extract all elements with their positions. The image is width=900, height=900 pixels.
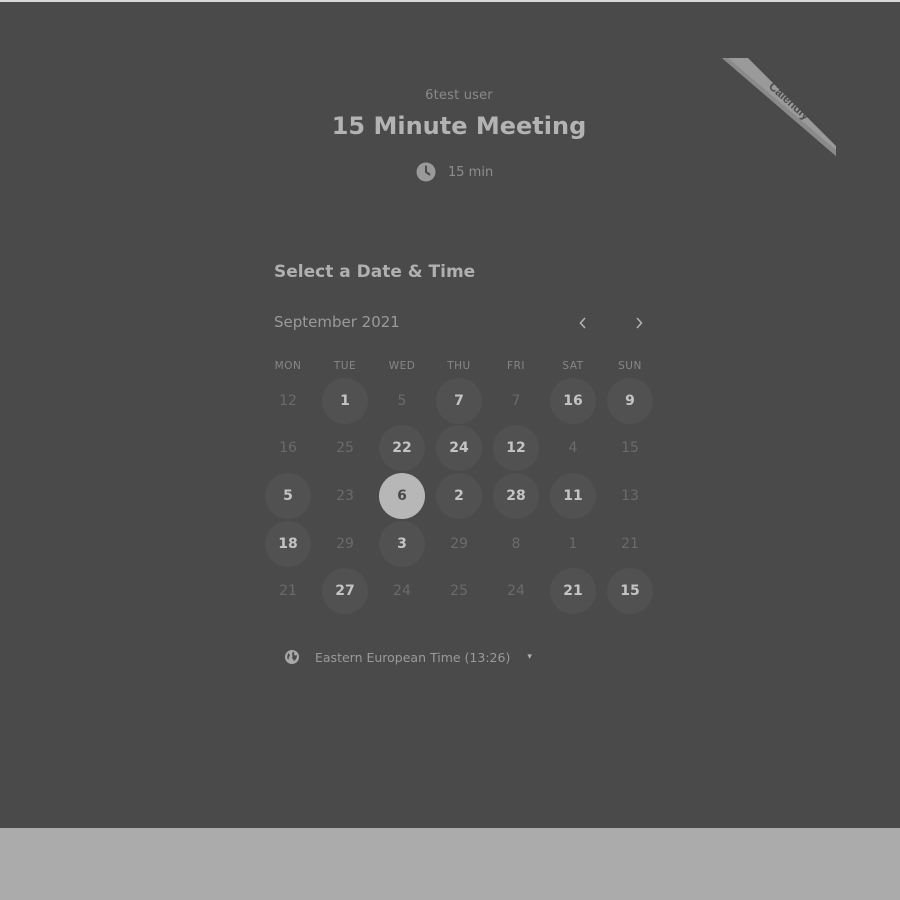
weekday-mon: MON: [274, 360, 302, 372]
calendar-day-available[interactable]: 18: [265, 521, 311, 567]
calendar-day-available[interactable]: 5: [265, 473, 311, 519]
chevron-right-icon: [636, 317, 643, 329]
calendar-day-unavailable: 24: [393, 583, 411, 599]
weekday-thu: THU: [447, 360, 471, 372]
calendar-day-available[interactable]: 16: [550, 378, 596, 424]
calendar-day-unavailable: 15: [621, 440, 639, 456]
calendar-day-unavailable: 12: [279, 393, 297, 409]
calendar-day-available[interactable]: 2: [436, 473, 482, 519]
calendar-day-unavailable: 24: [507, 583, 525, 599]
calendar-day-available[interactable]: 24: [436, 425, 482, 471]
calendar-day-available[interactable]: 12: [493, 425, 539, 471]
clock-icon: [414, 160, 438, 184]
calendar-day-available[interactable]: 7: [436, 378, 482, 424]
powered-by-calendly-badge[interactable]: POWERED BY Calendly: [720, 58, 838, 156]
event-duration: 15 min: [414, 160, 493, 184]
calendar-day-unavailable: 7: [511, 393, 521, 409]
calendar-day-unavailable: 21: [621, 536, 639, 552]
select-date-heading: Select a Date & Time: [274, 262, 476, 282]
calendar-day-unavailable: 21: [279, 583, 297, 599]
calendar-day-available[interactable]: 22: [379, 425, 425, 471]
weekday-sat: SAT: [562, 360, 584, 372]
calendar-day-unavailable: 1: [568, 536, 578, 552]
weekday-sun: SUN: [618, 360, 642, 372]
calendar-day-unavailable: 23: [336, 488, 354, 504]
calendar-day-unavailable: 25: [450, 583, 468, 599]
calendar-day-unavailable: 16: [279, 440, 297, 456]
calendar-day-selected[interactable]: 6: [379, 473, 425, 519]
calendar-day-unavailable: 13: [621, 488, 639, 504]
calendar-day-available[interactable]: 3: [379, 521, 425, 567]
calendar-day-available[interactable]: 11: [550, 473, 596, 519]
event-title: 15 Minute Meeting: [331, 112, 587, 140]
calendar-day-available[interactable]: 15: [607, 568, 653, 614]
next-month-button[interactable]: [627, 310, 651, 336]
calendar-month-label: September 2021: [274, 313, 400, 331]
weekday-tue: TUE: [333, 360, 357, 372]
caret-down-icon: ▾: [527, 652, 532, 662]
globe-icon: [282, 647, 302, 667]
weekday-wed: WED: [388, 360, 416, 372]
calendar-day-unavailable: 29: [336, 536, 354, 552]
previous-month-button[interactable]: [571, 310, 595, 336]
duration-label: 15 min: [448, 164, 494, 180]
calendar-day-unavailable: 8: [511, 536, 521, 552]
calendar-day-unavailable: 25: [336, 440, 354, 456]
calendar-day-unavailable: 29: [450, 536, 468, 552]
calendar-day-unavailable: 4: [568, 440, 578, 456]
page-footer-area: [0, 828, 900, 900]
calendar-day-available[interactable]: 9: [607, 378, 653, 424]
chevron-left-icon: [579, 317, 586, 329]
weekday-fri: FRI: [507, 360, 525, 372]
calendar-day-available[interactable]: 21: [550, 568, 596, 614]
calendar-day-available[interactable]: 1: [322, 378, 368, 424]
timezone-label: Eastern European Time (13:26): [315, 649, 511, 665]
timezone-selector[interactable]: Eastern European Time (13:26) ▾: [282, 645, 532, 669]
event-owner-name: 6test user: [425, 88, 493, 103]
calendar-day-available[interactable]: 27: [322, 568, 368, 614]
calendar-day-unavailable: 5: [397, 393, 407, 409]
calendar-day-available[interactable]: 28: [493, 473, 539, 519]
